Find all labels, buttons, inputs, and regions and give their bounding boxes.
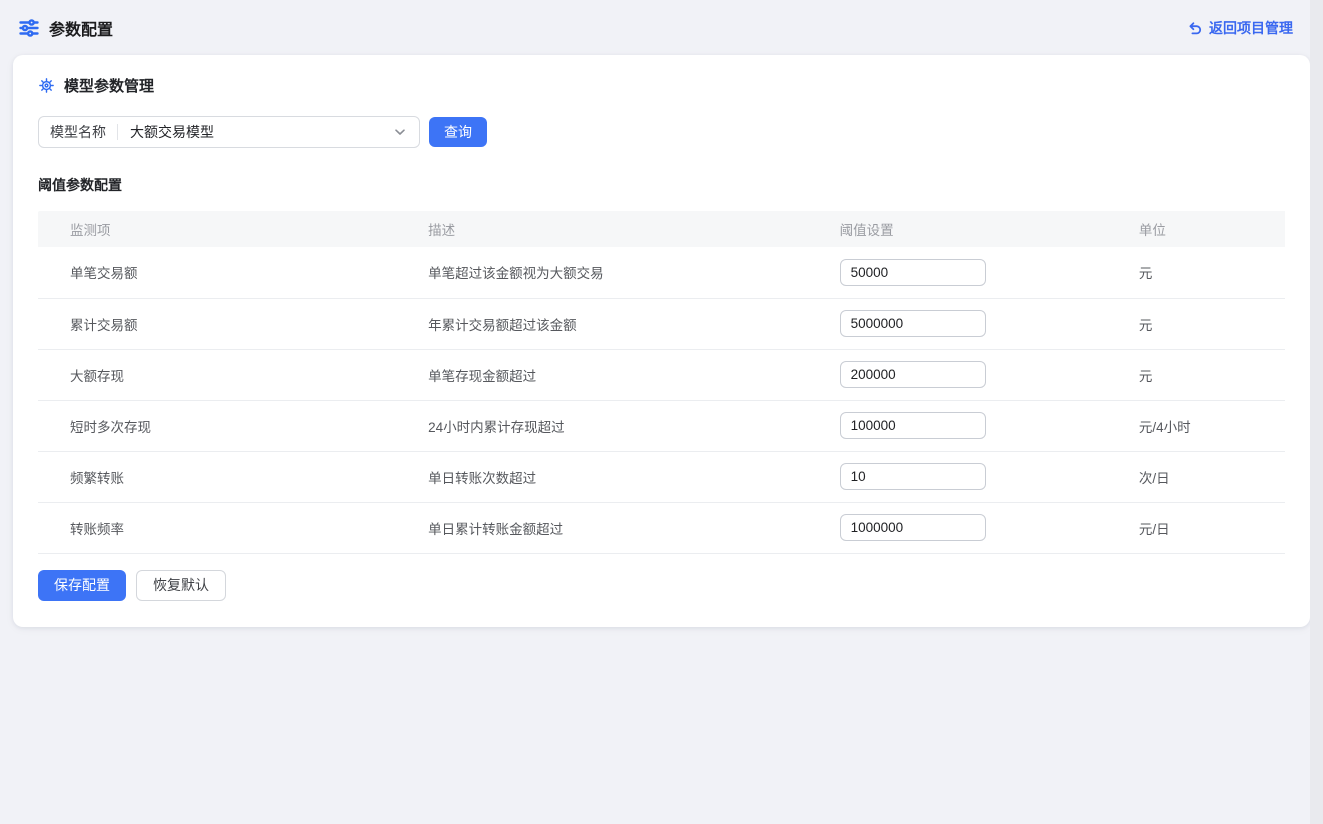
- monitor-item: 转账频率: [38, 502, 412, 553]
- unit-label: 元/4小时: [1123, 400, 1285, 451]
- monitor-item: 大额存现: [38, 349, 412, 400]
- card-title-row: 模型参数管理: [38, 75, 1285, 96]
- monitor-item: 短时多次存现: [38, 400, 412, 451]
- page-title: 参数配置: [49, 16, 113, 40]
- column-header-desc: 描述: [412, 211, 824, 247]
- column-header-unit: 单位: [1123, 211, 1285, 247]
- unit-label: 元: [1123, 298, 1285, 349]
- query-row: 模型名称 大额交易模型 查询: [38, 116, 1285, 148]
- back-to-projects-link[interactable]: 返回项目管理: [1186, 18, 1293, 38]
- save-config-button[interactable]: 保存配置: [38, 570, 126, 601]
- query-button[interactable]: 查询: [429, 117, 487, 147]
- page-header-left: 参数配置: [18, 16, 113, 40]
- scrollbar-track[interactable]: [1310, 0, 1323, 824]
- monitor-desc: 单笔存现金额超过: [412, 349, 824, 400]
- table-row: 单笔交易额 单笔超过该金额视为大额交易 元: [38, 247, 1285, 298]
- monitor-desc: 单日累计转账金额超过: [412, 502, 824, 553]
- threshold-table: 监测项 描述 阈值设置 单位 单笔交易额 单笔超过该金额视为大额交易 元 累计交…: [38, 211, 1285, 554]
- page-header: 参数配置 返回项目管理: [0, 0, 1323, 55]
- threshold-input-frequent-transfer[interactable]: [840, 463, 986, 490]
- card-title: 模型参数管理: [64, 75, 154, 96]
- table-row: 转账频率 单日累计转账金额超过 元/日: [38, 502, 1285, 553]
- chevron-down-icon: [392, 124, 408, 140]
- model-params-card: 模型参数管理 模型名称 大额交易模型 查询 阈值参数配置 监测项 描述 阈值设置…: [13, 55, 1310, 627]
- back-link-label: 返回项目管理: [1209, 18, 1293, 38]
- restore-defaults-button[interactable]: 恢复默认: [136, 570, 226, 601]
- threshold-input-single-transaction[interactable]: [840, 259, 986, 286]
- table-row: 大额存现 单笔存现金额超过 元: [38, 349, 1285, 400]
- unit-label: 次/日: [1123, 451, 1285, 502]
- sliders-icon: [18, 17, 40, 39]
- unit-label: 元/日: [1123, 502, 1285, 553]
- footer-buttons: 保存配置 恢复默认: [38, 570, 1285, 601]
- threshold-input-transfer-frequency[interactable]: [840, 514, 986, 541]
- monitor-desc: 年累计交易额超过该金额: [412, 298, 824, 349]
- monitor-item: 单笔交易额: [38, 247, 412, 298]
- column-header-threshold: 阈值设置: [824, 211, 1123, 247]
- threshold-input-cumulative-transaction[interactable]: [840, 310, 986, 337]
- undo-icon: [1186, 20, 1202, 36]
- table-header-row: 监测项 描述 阈值设置 单位: [38, 211, 1285, 247]
- table-row: 累计交易额 年累计交易额超过该金额 元: [38, 298, 1285, 349]
- model-select-value: 大额交易模型: [118, 122, 392, 142]
- column-header-item: 监测项: [38, 211, 412, 247]
- threshold-input-large-deposit[interactable]: [840, 361, 986, 388]
- monitor-item: 频繁转账: [38, 451, 412, 502]
- monitor-desc: 单日转账次数超过: [412, 451, 824, 502]
- monitor-item: 累计交易额: [38, 298, 412, 349]
- monitor-desc: 单笔超过该金额视为大额交易: [412, 247, 824, 298]
- unit-label: 元: [1123, 349, 1285, 400]
- gear-icon: [38, 77, 55, 94]
- model-name-select[interactable]: 模型名称 大额交易模型: [38, 116, 420, 148]
- table-row: 频繁转账 单日转账次数超过 次/日: [38, 451, 1285, 502]
- unit-label: 元: [1123, 247, 1285, 298]
- threshold-input-frequent-deposit[interactable]: [840, 412, 986, 439]
- model-select-label: 模型名称: [39, 122, 117, 142]
- table-row: 短时多次存现 24小时内累计存现超过 元/4小时: [38, 400, 1285, 451]
- monitor-desc: 24小时内累计存现超过: [412, 400, 824, 451]
- threshold-section-title: 阈值参数配置: [38, 175, 1285, 195]
